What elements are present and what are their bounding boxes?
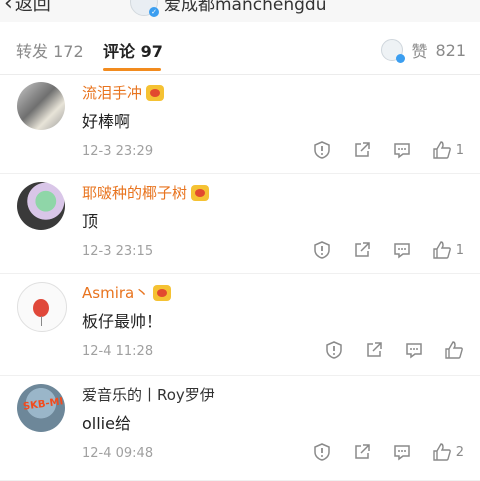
back-label: 返回 <box>14 0 51 15</box>
back-button[interactable]: ‹ 返回 <box>4 0 51 16</box>
thumbs-up-icon[interactable] <box>432 240 454 262</box>
comment-item: 耶啵种的椰子树 顶 12-3 23:15 1 <box>0 174 480 274</box>
reply-icon[interactable] <box>392 240 414 262</box>
liker-avatar <box>381 39 406 63</box>
thumbs-up-icon[interactable] <box>432 442 454 464</box>
chevron-left-icon: ‹ <box>4 0 13 16</box>
balloon-string <box>41 316 42 326</box>
comment-time: 12-4 09:48 <box>82 446 154 461</box>
like-count: 1 <box>455 243 464 258</box>
comment-username-row[interactable]: 耶啵种的椰子树 <box>82 182 210 203</box>
tab-likes[interactable]: 赞 821 <box>381 38 466 63</box>
report-icon[interactable] <box>312 240 334 262</box>
comment-text: 板仔最帅！ <box>82 312 163 331</box>
comment-text: ollie给 <box>82 414 131 433</box>
balloon-icon <box>33 299 49 317</box>
comment-time: 12-3 23:29 <box>82 144 154 159</box>
tab-comments-label: 评论 <box>103 42 136 61</box>
tab-likes-label: 赞 <box>411 42 428 61</box>
avatar[interactable] <box>17 182 65 230</box>
comment-text: 顶 <box>82 212 99 231</box>
owner-avatar[interactable]: ✓ <box>130 0 159 17</box>
tab-likes-count: 821 <box>435 40 466 60</box>
share-icon[interactable] <box>352 140 374 162</box>
top-bar: ‹ 返回 ✓ 爱成都manchengdu <box>0 0 480 22</box>
avatar[interactable] <box>17 282 67 332</box>
reply-icon[interactable] <box>392 442 414 464</box>
comment-username-row[interactable]: 流泪手冲 <box>82 82 165 103</box>
comment-text: 好棒啊 <box>82 112 131 131</box>
report-icon[interactable] <box>312 442 334 464</box>
comment-username[interactable]: 耶啵种的椰子树 <box>82 182 187 203</box>
tab-repost-label: 转发 <box>16 42 49 61</box>
tab-comments-count: 97 <box>140 42 163 61</box>
comment-username[interactable]: 爱音乐的丨Roy罗伊 <box>82 384 215 405</box>
thumbs-up-icon[interactable] <box>432 140 454 162</box>
tab-comments[interactable]: 评论 97 <box>103 38 163 62</box>
like-count: 2 <box>455 445 464 460</box>
tab-repost[interactable]: 转发 172 <box>16 38 84 62</box>
share-icon[interactable] <box>352 442 374 464</box>
reply-icon[interactable] <box>404 340 426 362</box>
comment-time: 12-4 11:28 <box>82 344 154 359</box>
comment-time: 12-3 23:15 <box>82 244 154 259</box>
verified-icon: ✓ <box>149 7 159 17</box>
comment-username-row[interactable]: 爱音乐的丨Roy罗伊 <box>82 384 215 405</box>
post-owner[interactable]: ✓ 爱成都manchengdu <box>130 0 327 17</box>
comment-username[interactable]: Asmira丶 <box>82 282 149 303</box>
comment-item: SKB-MI 爱音乐的丨Roy罗伊 ollie给 12-4 09:48 2 <box>0 376 480 481</box>
avatar[interactable]: SKB-MI <box>17 384 65 432</box>
tab-bar: 转发 172 评论 97 赞 821 <box>0 22 480 75</box>
avatar[interactable] <box>17 82 65 130</box>
comment-username[interactable]: 流泪手冲 <box>82 82 142 103</box>
avatar-text: SKB-MI <box>22 396 64 413</box>
vip-badge-icon <box>191 184 210 201</box>
comment-username-row[interactable]: Asmira丶 <box>82 282 172 303</box>
thumbs-up-icon[interactable] <box>444 340 466 362</box>
owner-name: 爱成都manchengdu <box>164 0 327 15</box>
share-icon[interactable] <box>364 340 386 362</box>
vip-badge-icon <box>146 84 165 101</box>
report-icon[interactable] <box>312 140 334 162</box>
comment-item: Asmira丶 板仔最帅！ 12-4 11:28 <box>0 274 480 376</box>
report-icon[interactable] <box>324 340 346 362</box>
tab-repost-count: 172 <box>53 42 84 61</box>
verified-icon <box>396 54 406 63</box>
active-tab-indicator <box>103 68 161 71</box>
like-count: 1 <box>455 143 464 158</box>
vip-badge-icon <box>153 284 172 301</box>
share-icon[interactable] <box>352 240 374 262</box>
reply-icon[interactable] <box>392 140 414 162</box>
comment-item: 流泪手冲 好棒啊 12-3 23:29 1 <box>0 74 480 174</box>
